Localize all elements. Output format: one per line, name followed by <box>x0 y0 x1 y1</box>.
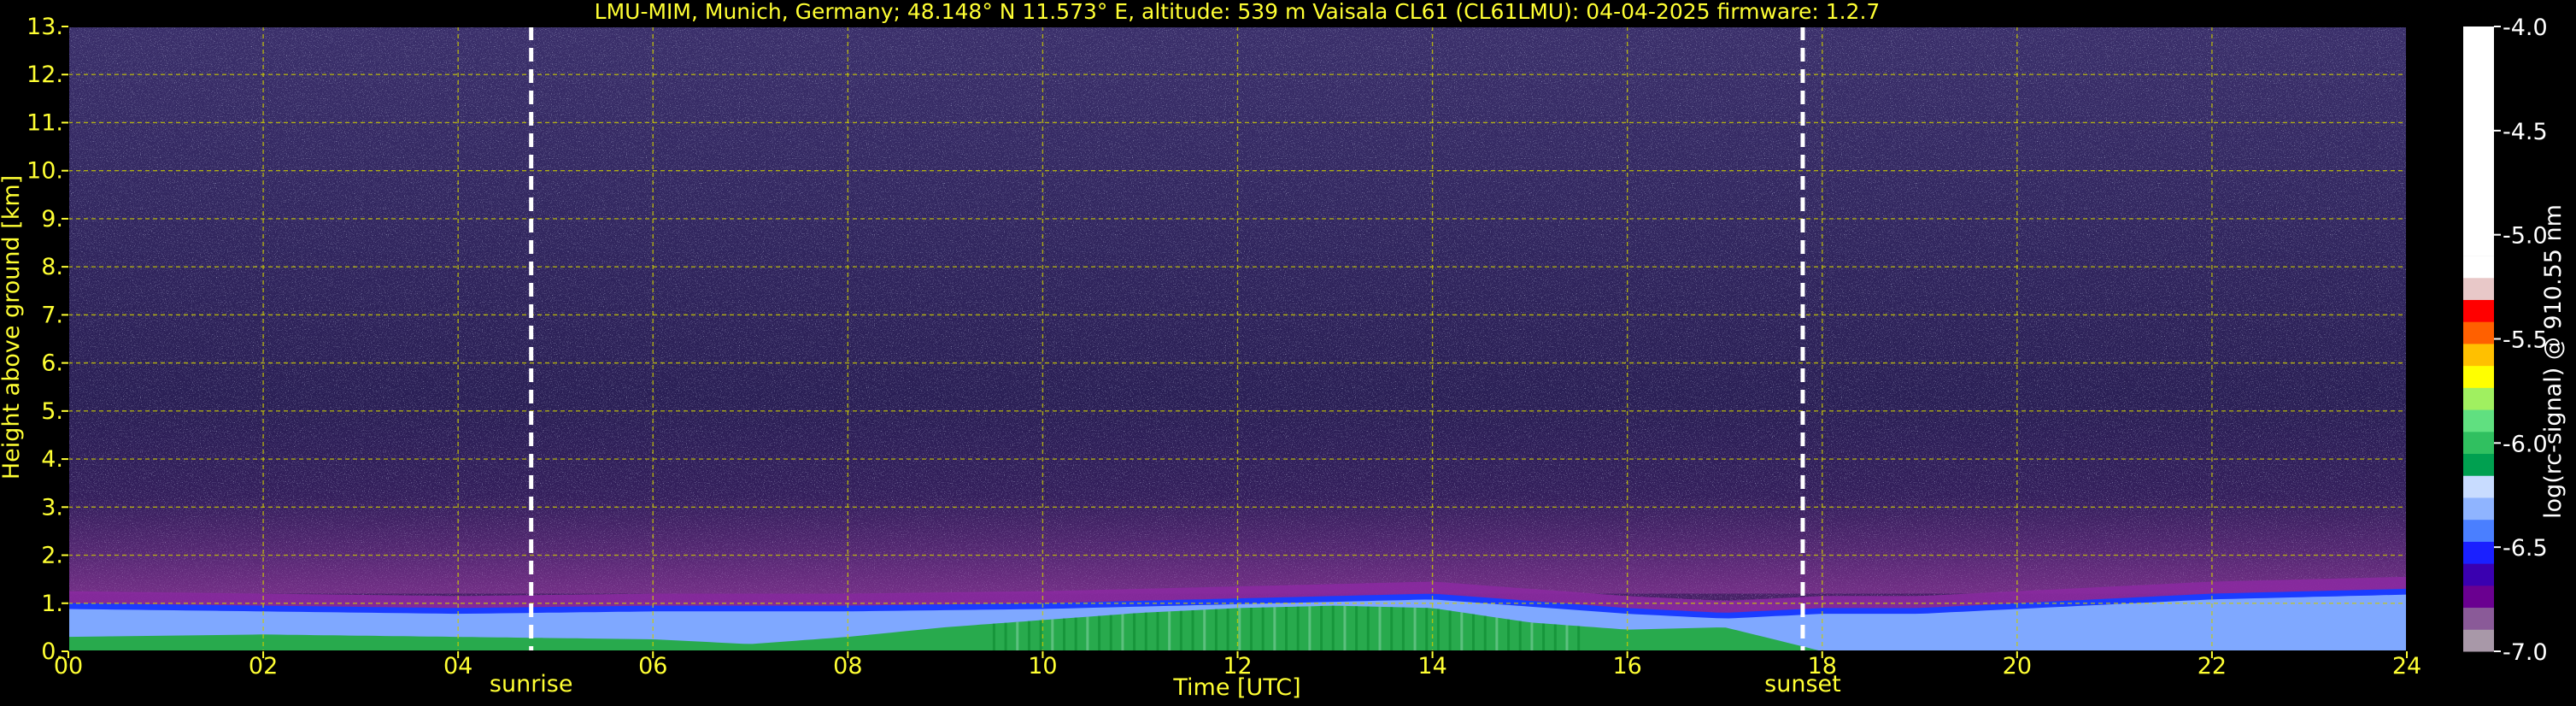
y-tick-label: 1. <box>41 591 63 617</box>
colorbar-segment <box>2463 629 2494 652</box>
colorbar-segment-top <box>2463 26 2494 256</box>
y-tick-label: 3. <box>41 494 63 521</box>
colorbar-segment <box>2463 475 2494 498</box>
colorbar-segment <box>2463 387 2494 410</box>
y-tick-label: 12. <box>26 62 63 88</box>
y-axis-title: Height above ground [km] <box>0 175 25 479</box>
chart-title: LMU-MIM, Munich, Germany; 48.148° N 11.5… <box>595 0 1881 24</box>
x-tick-label: 24 <box>2392 653 2421 680</box>
y-tick-label: 10. <box>26 158 63 185</box>
colorbar-tick-label: -7.0 <box>2503 639 2548 666</box>
y-tick-label: 8. <box>41 254 63 280</box>
x-tick-label: 10 <box>1028 653 1057 680</box>
colorbar-segment <box>2463 256 2494 279</box>
y-tick-label: 11. <box>26 109 63 136</box>
colorbar-segment <box>2463 519 2494 542</box>
y-tick-label: 9. <box>41 206 63 232</box>
y-tick-label: 13. <box>26 14 63 40</box>
colorbar-segment <box>2463 431 2494 455</box>
colorbar-segment <box>2463 299 2494 322</box>
x-tick-label: 02 <box>249 653 278 680</box>
colorbar-segment <box>2463 541 2494 564</box>
y-tick-label: 7. <box>41 302 63 328</box>
x-tick-label: 22 <box>2198 653 2227 680</box>
x-tick-label: 08 <box>833 653 862 680</box>
colorbar-tick-label: -4.0 <box>2503 15 2548 41</box>
colorbar-segment <box>2463 343 2494 367</box>
colorbar-segment <box>2463 497 2494 521</box>
x-tick-label: 04 <box>443 653 472 680</box>
colorbar-segment <box>2463 277 2494 300</box>
colorbar-tick-label: -4.5 <box>2503 119 2548 145</box>
colorbar-segment <box>2463 321 2494 344</box>
x-tick-label: 06 <box>638 653 667 680</box>
colorbar-label: log(rc-signal) @ 910.55 nm <box>2540 204 2567 519</box>
ceilometer-chart: LMU-MIM, Munich, Germany; 48.148° N 11.5… <box>0 0 2576 706</box>
colorbar-segment <box>2463 365 2494 388</box>
y-tick-label: 4. <box>41 446 63 473</box>
x-tick-label: 20 <box>2003 653 2032 680</box>
event-label-sunrise: sunrise <box>490 671 573 697</box>
x-tick-label: 18 <box>1808 653 1837 680</box>
colorbar-segment <box>2463 607 2494 630</box>
y-tick-label: 2. <box>41 543 63 569</box>
x-tick-label: 14 <box>1417 653 1446 680</box>
colorbar-segment <box>2463 409 2494 432</box>
y-tick-label: 6. <box>41 350 63 377</box>
y-tick-label: 0. <box>41 638 63 665</box>
x-tick-label: 16 <box>1612 653 1641 680</box>
colorbar-tick-label: -6.5 <box>2503 535 2548 562</box>
colorbar-segment <box>2463 563 2494 586</box>
colorbar-segment <box>2463 453 2494 476</box>
colorbar-segment <box>2463 585 2494 609</box>
y-tick-label: 5. <box>41 398 63 425</box>
x-axis-title: Time [UTC] <box>1172 674 1300 701</box>
